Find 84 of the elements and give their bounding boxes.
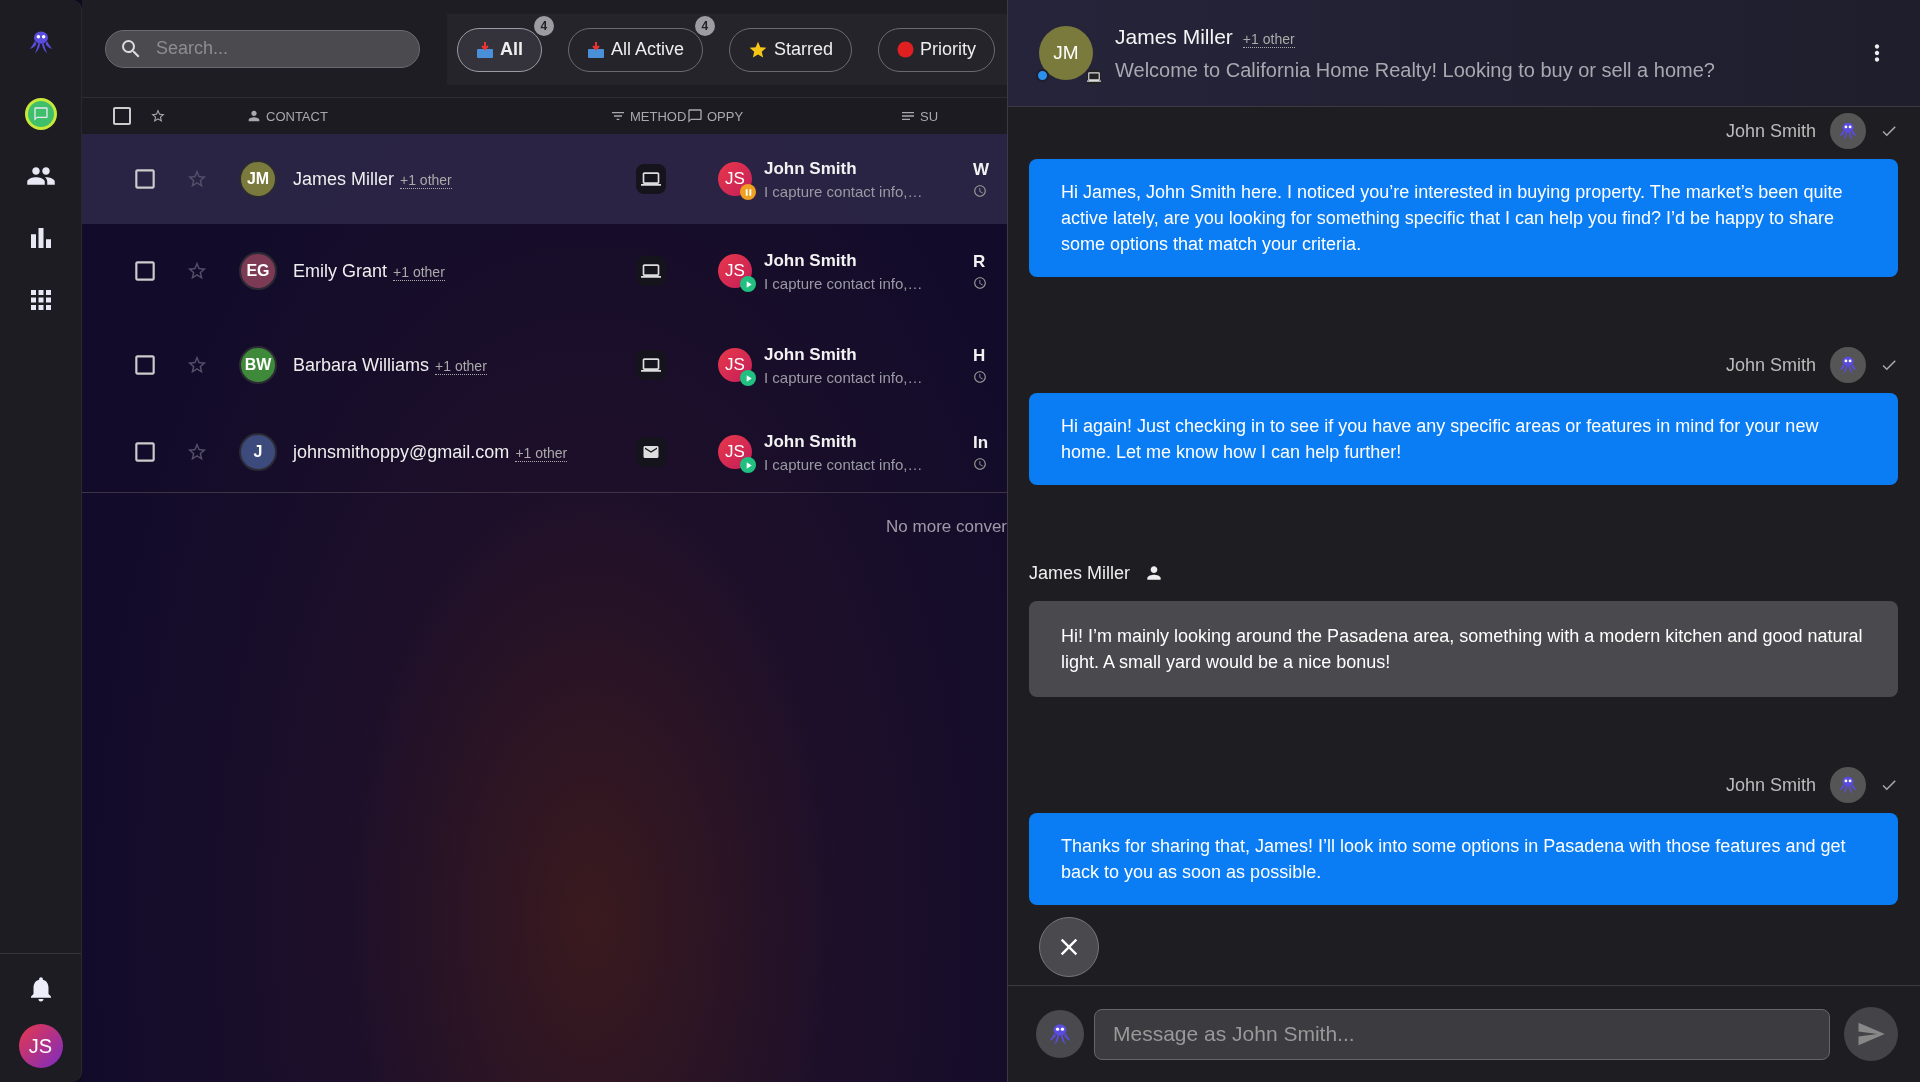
message-field[interactable]: Message as John Smith... — [1094, 1008, 1830, 1060]
column-header[interactable]: METHOD — [630, 108, 687, 124]
star-toggle[interactable] — [186, 260, 208, 282]
search-field[interactable]: Search... — [105, 29, 420, 68]
contact-name[interactable]: johnsmithoppy@gmail.com — [293, 441, 510, 463]
extra-contacts-link[interactable]: +1 other — [1242, 30, 1295, 48]
person-icon — [246, 108, 262, 124]
end-of-list-text: No more conver — [886, 517, 1007, 536]
laptop-icon — [641, 261, 661, 281]
subject-text: In — [973, 433, 989, 453]
message-preview: I capture contact info,… — [764, 274, 923, 292]
extra-contacts-link[interactable]: +1 other — [400, 171, 452, 189]
message-preview: I capture contact info,… — [764, 182, 923, 200]
contact-row[interactable]: JM James Miller +1 other JS John Smith I capture contact info,… W — [82, 134, 1007, 224]
star-icon — [150, 108, 166, 124]
contact-avatar: BW — [239, 346, 277, 384]
subject-text: R — [973, 252, 987, 272]
message-bubble: Hi! I’m mainly looking around the Pasadena area, something with a modern kitchen and good natural light. A small yard would be a nice bonus! — [1029, 601, 1898, 697]
chat-icon — [32, 106, 49, 122]
contact-avatar: EG — [239, 252, 277, 290]
user-avatar[interactable]: JS — [18, 1024, 63, 1068]
count-badge: 4 — [533, 15, 554, 36]
message-bubble: Thanks for sharing that, James! I’ll look into some options in Pasadena with those features and get back to you as soon as possible. — [1029, 813, 1898, 905]
contact-row[interactable]: EG Emily Grant +1 other JS John Smith I capture contact info,… R — [82, 224, 1007, 318]
clock-icon — [973, 276, 987, 290]
method-button[interactable] — [636, 256, 666, 286]
online-dot — [1036, 69, 1049, 82]
column-header[interactable]: CONTACT — [266, 108, 328, 124]
comment-icon — [687, 108, 703, 124]
contact-row[interactable]: BW Barbara Williams +1 other JS John Smith I capture contact info,… H — [82, 318, 1007, 412]
message-preview: I capture contact info,… — [764, 455, 923, 473]
contact-name[interactable]: James Miller — [293, 168, 394, 190]
contact-name: James Miller — [1115, 24, 1233, 49]
octopus-icon — [1837, 774, 1859, 796]
circle-icon — [897, 41, 914, 58]
filter-chip[interactable]: All — [456, 27, 542, 72]
agent-name: John Smith — [764, 431, 858, 452]
inbox-tray-icon — [475, 40, 494, 59]
message-preview: I capture contact info,… — [764, 368, 923, 386]
envelope-icon — [642, 443, 660, 461]
subject-text: W — [973, 160, 990, 180]
extra-contacts-link[interactable]: +1 other — [515, 444, 568, 462]
agent-name: John Smith — [764, 250, 858, 271]
message-bubble: Hi James, John Smith here. I noticed you’re interested in buying property. The market’s been quite active lately, are you looking for something specific that I can help you find? I’d be happy to share some options that match your criteria. — [1029, 159, 1898, 277]
row-checkbox[interactable] — [132, 166, 158, 192]
extra-contacts-link[interactable]: +1 other — [435, 357, 487, 375]
contact-avatar: J — [239, 433, 277, 471]
column-header[interactable]: SU — [920, 108, 939, 124]
octopus-icon — [1837, 120, 1859, 142]
agent-name: John Smith — [764, 158, 858, 179]
star-toggle[interactable] — [186, 168, 208, 190]
contact-row[interactable]: J johnsmithoppy@gmail.com +1 other JS John Smith I capture contact info,… In — [82, 412, 1007, 492]
contact-name[interactable]: Barbara Williams — [293, 354, 430, 376]
clock-icon — [973, 184, 987, 198]
subject-text: H — [973, 346, 987, 366]
star-toggle[interactable] — [186, 354, 208, 376]
method-button[interactable] — [636, 350, 666, 380]
octopus-icon — [1837, 354, 1859, 376]
clock-icon — [973, 370, 987, 384]
send-button[interactable] — [1844, 1007, 1898, 1061]
sender-name: John Smith — [1725, 354, 1816, 376]
laptop-icon — [641, 355, 661, 375]
row-checkbox[interactable] — [132, 258, 158, 284]
method-button[interactable] — [636, 437, 666, 467]
laptop-icon — [1087, 70, 1101, 84]
select-all-checkbox[interactable] — [110, 104, 134, 128]
column-header[interactable]: OPPY — [707, 108, 744, 124]
laptop-icon — [641, 169, 661, 189]
agent-name: John Smith — [764, 344, 858, 365]
count-badge: 4 — [694, 15, 715, 36]
conversation-subtitle: Welcome to California Home Realty! Looking to buy or sell a home? — [1115, 58, 1716, 82]
contact-name[interactable]: Emily Grant — [293, 260, 388, 282]
row-checkbox[interactable] — [132, 352, 158, 378]
contact-avatar: JM — [239, 160, 277, 198]
star-toggle[interactable] — [186, 441, 208, 463]
sender-name: John Smith — [1725, 120, 1816, 142]
row-checkbox[interactable] — [132, 439, 158, 465]
extra-contacts-link[interactable]: +1 other — [393, 263, 445, 281]
clock-icon — [973, 457, 987, 471]
sender-name: John Smith — [1725, 774, 1816, 796]
sender-name: James Miller — [1029, 562, 1130, 584]
method-button[interactable] — [636, 164, 666, 194]
inbox-tray-icon — [586, 40, 605, 59]
message-bubble: Hi again! Just checking in to see if you have any specific areas or features in mind for your new home. Let me know how I can help further! — [1029, 393, 1898, 485]
